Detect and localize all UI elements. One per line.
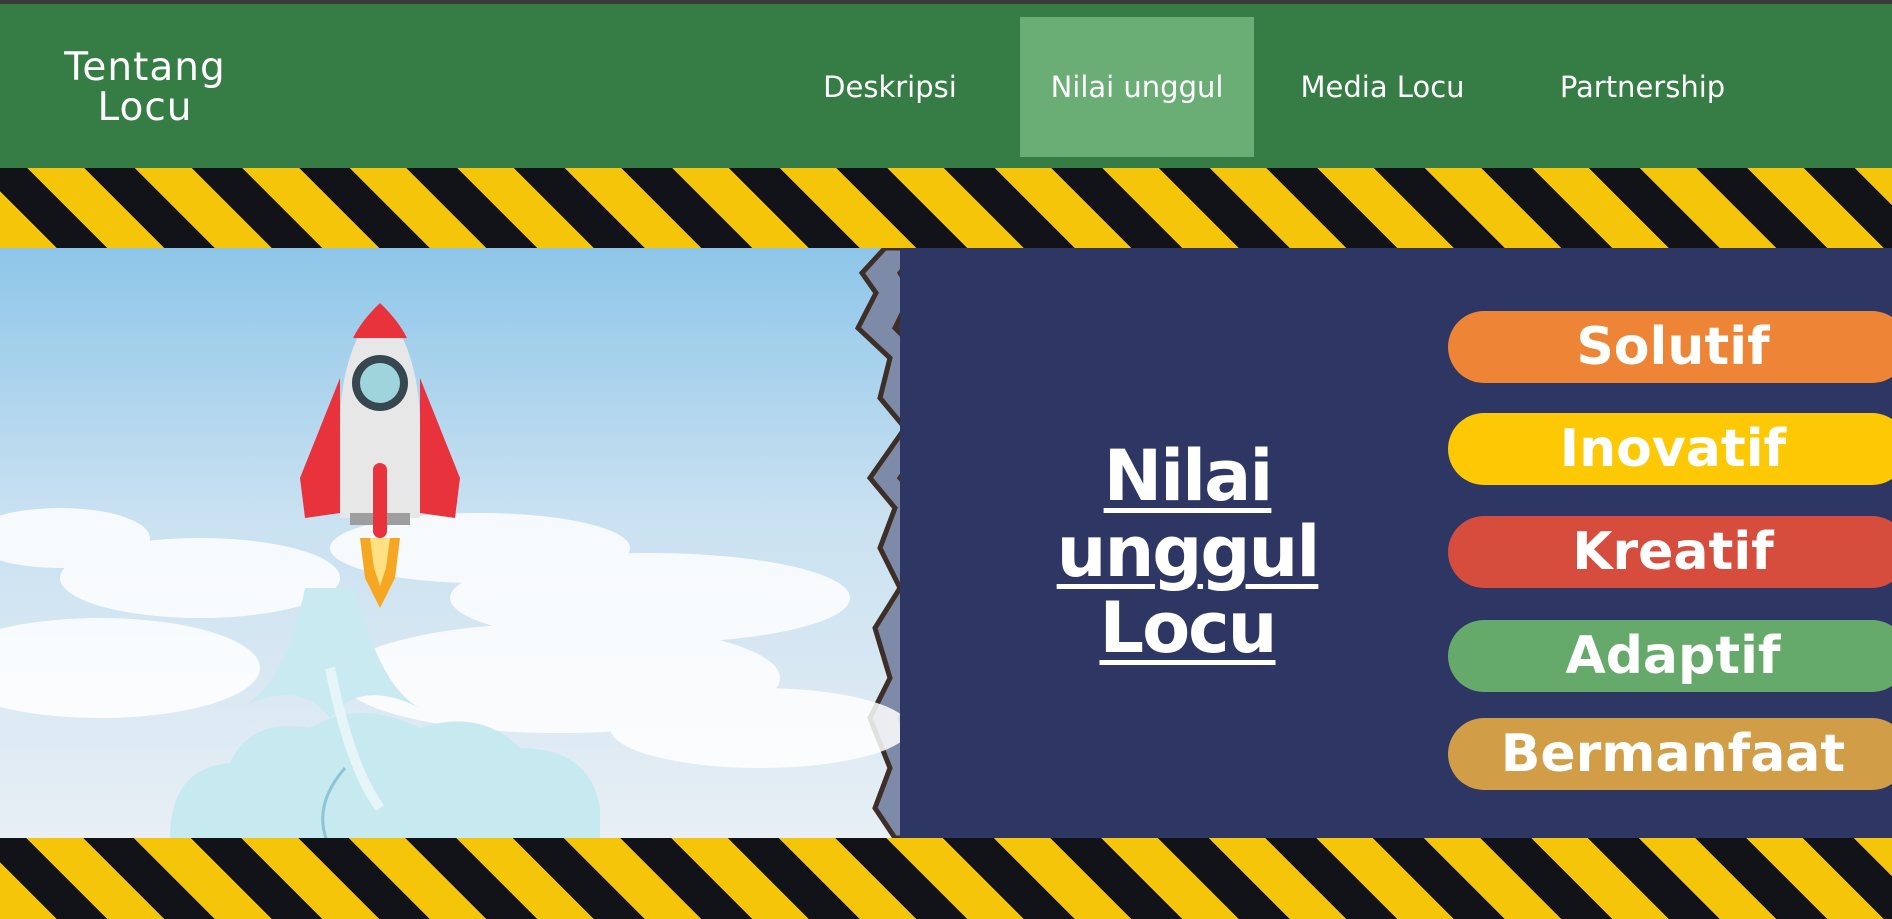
nav-item-media-locu[interactable]: Media Locu [1280,17,1485,157]
nav-item-partnership[interactable]: Partnership [1540,17,1745,157]
navbar: Tentang Locu Deskripsi Nilai unggul Medi… [0,4,1892,168]
title-line-2: unggul [1056,511,1321,593]
title-line-1: Nilai [1103,435,1274,517]
value-pill-inovatif: Inovatif [1448,413,1892,485]
value-pill-adaptif: Adaptif [1448,620,1892,692]
value-pill-kreatif: Kreatif [1448,516,1892,588]
hazard-stripe-top [0,168,1892,248]
title-line-3: Locu [1099,587,1277,669]
hero-banner: Nilai unggul Locu Solutif Inovatif Kreat… [0,248,1892,838]
nav-item-deskripsi[interactable]: Deskripsi [800,17,980,157]
main-menu: Deskripsi Nilai unggul Media Locu Partne… [0,17,1892,157]
value-pill-solutif: Solutif [1448,311,1892,383]
nav-item-nilai-unggul[interactable]: Nilai unggul [1020,17,1254,157]
hazard-stripe-bottom [0,838,1892,919]
value-pill-bermanfaat: Bermanfaat [1448,718,1892,790]
page-title: Nilai unggul Locu [1010,438,1365,666]
sky-illustration [0,248,900,838]
